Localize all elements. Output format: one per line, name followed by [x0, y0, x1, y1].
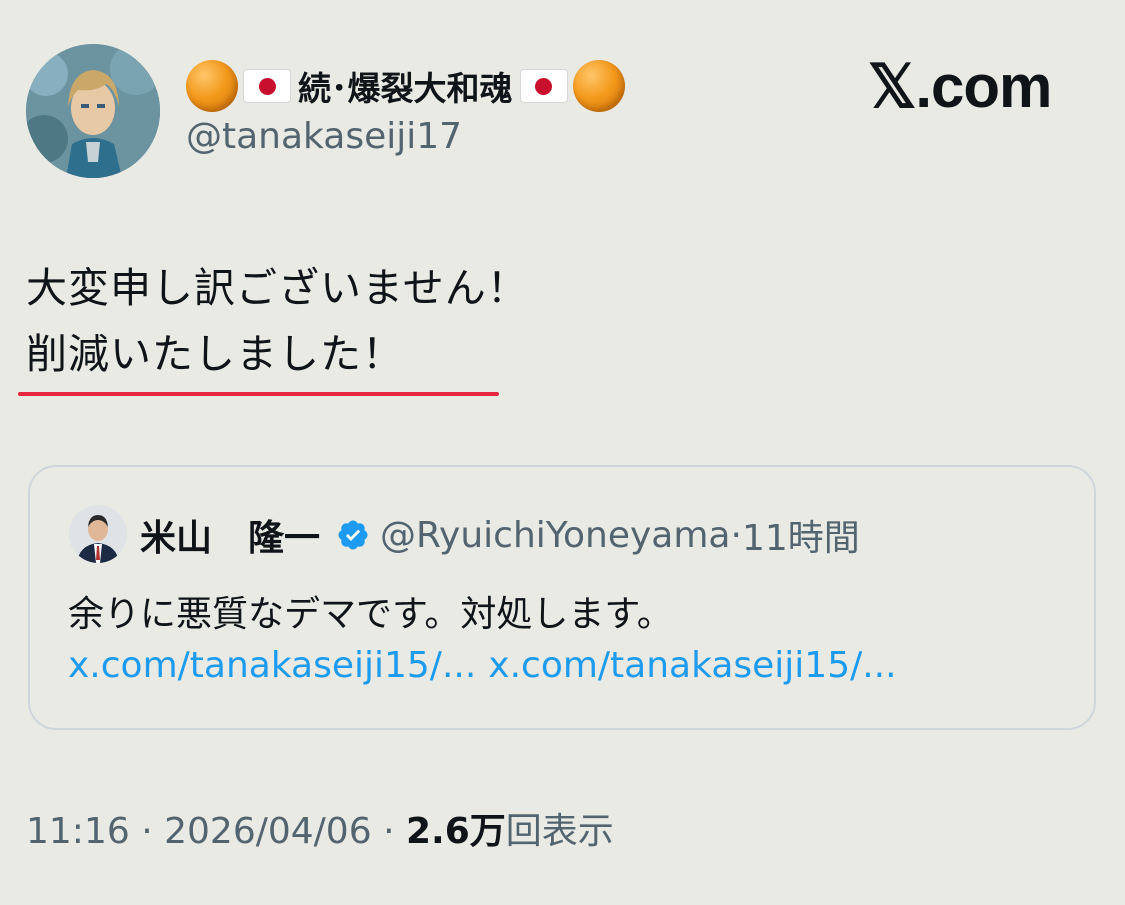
quote-author-avatar[interactable]	[69, 505, 127, 563]
quote-link-1[interactable]: x.com/tanakaseiji15/...	[68, 645, 476, 686]
quote-link-2[interactable]: x.com/tanakaseiji15/...	[488, 645, 896, 686]
author-handle[interactable]: @tanakaseiji17	[186, 116, 462, 157]
quote-header: 米山 隆一 @RyuichiYoneyama · 11時間	[140, 507, 860, 563]
verified-badge-icon	[336, 518, 370, 552]
japan-flag-icon	[520, 70, 567, 102]
views-count: 2.6万	[405, 811, 506, 852]
tweet-body: 大変申し訳ございません！ 削減いたしました！	[26, 255, 529, 387]
anime-character-avatar-icon	[26, 44, 160, 178]
tweet-line-2: 削減いたしました！	[26, 330, 404, 378]
x-com-logo: 𝕏.com	[868, 53, 1052, 120]
tweet-date[interactable]: 2026/04/06	[164, 811, 372, 852]
quote-body: 余りに悪質なデマです。対処します。	[68, 594, 673, 635]
display-name-text: 続･爆裂大和魂	[298, 69, 513, 108]
person-portrait-icon	[69, 505, 127, 563]
tweet-time[interactable]: 11:16	[26, 811, 130, 852]
author-avatar[interactable]	[26, 44, 160, 178]
author-display-name[interactable]: 続･爆裂大和魂	[186, 58, 625, 114]
japan-flag-icon	[244, 70, 290, 102]
orange-orb-icon	[186, 60, 238, 112]
quote-author-handle[interactable]: @RyuichiYoneyama	[380, 515, 730, 556]
meta-separator: ·	[383, 811, 395, 852]
quote-timestamp[interactable]: 11時間	[742, 509, 860, 561]
red-underline-annotation	[18, 392, 499, 396]
meta-separator: ·	[141, 811, 153, 852]
quote-separator: ·	[730, 514, 742, 556]
views-label: 回表示	[505, 811, 614, 852]
orange-orb-icon	[572, 60, 625, 112]
quote-links: x.com/tanakaseiji15/... x.com/tanakaseiji…	[68, 645, 909, 686]
quote-author-name[interactable]: 米山 隆一	[140, 509, 320, 561]
tweet-meta: 11:16 · 2026/04/06 · 2.6万回表示	[26, 802, 614, 854]
tweet-line-1: 大変申し訳ございません！	[26, 264, 529, 312]
quoted-tweet-card[interactable]: 米山 隆一 @RyuichiYoneyama · 11時間 余りに悪質なデマです…	[28, 465, 1096, 730]
